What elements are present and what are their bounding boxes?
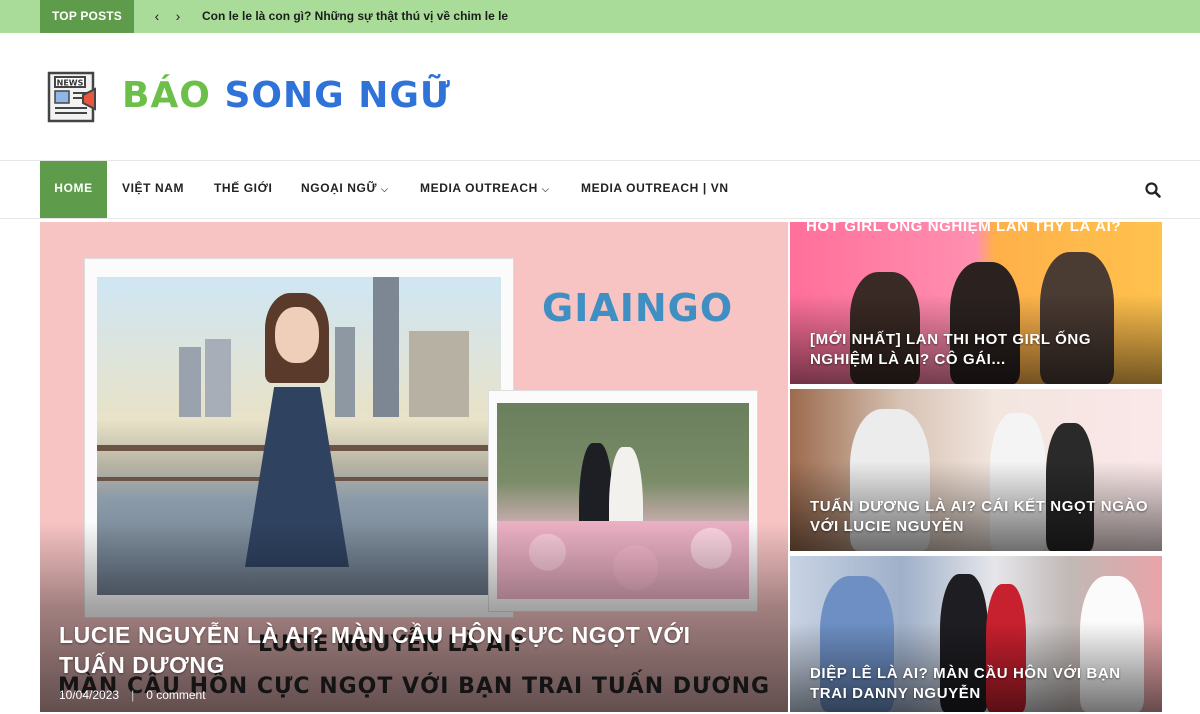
nav-item-viet-nam[interactable]: VIỆT NAM	[122, 161, 184, 218]
side-post-banner: HOT GIRL ỐNG NGHIỆM LAN THY LÀ AI?	[806, 222, 1122, 235]
featured-post-meta: 10/04/2023 | 0 comment	[59, 688, 206, 702]
chevron-down-icon: ⌵	[381, 184, 389, 194]
chevron-left-icon[interactable]: ‹	[150, 8, 164, 24]
logo-word-song-ngu: SONG NGỮ	[224, 75, 451, 116]
chevron-right-icon[interactable]: ›	[171, 8, 185, 24]
featured-post[interactable]: GIAINGO LUCIE NGUYỄN LÀ AI? MÀN CẦU HÔN …	[40, 222, 788, 712]
side-post-title[interactable]: DIỆP LÊ LÀ AI? MÀN CẦU HÔN VỚI BẠN TRAI …	[810, 664, 1150, 704]
side-post-card[interactable]: DIỆP LÊ LÀ AI? MÀN CẦU HÔN VỚI BẠN TRAI …	[790, 556, 1162, 712]
logo-word-bao: BÁO	[122, 75, 211, 116]
side-post-card[interactable]: TUẤN DƯƠNG LÀ AI? CÁI KẾT NGỌT NGÀO VỚI …	[790, 389, 1162, 551]
featured-post-title[interactable]: LUCIE NGUYỄN LÀ AI? MÀN CẦU HÔN CỰC NGỌT…	[59, 620, 759, 680]
nav-item-home[interactable]: HOME	[40, 161, 107, 218]
news-icon[interactable]: NEWS	[47, 69, 99, 125]
person-face	[275, 307, 319, 363]
side-post-title[interactable]: [MỚI NHẤT] LAN THI HOT GIRL ỐNG NGHIỆM L…	[810, 330, 1150, 370]
nav-item-ngoai-ngu[interactable]: NGOẠI NGỮ ⌵	[301, 161, 388, 218]
top-posts-bar: TOP POSTS ‹ › Con le le là con gì? Những…	[0, 0, 1200, 33]
nav-item-the-gioi[interactable]: THẾ GIỚI	[214, 161, 272, 218]
post-date: 10/04/2023	[59, 688, 120, 702]
side-post-card[interactable]: HOT GIRL ỐNG NGHIỆM LAN THY LÀ AI? [MỚI …	[790, 222, 1162, 384]
nav-item-label: VIỆT NAM	[122, 181, 185, 195]
comment-count[interactable]: 0 comment	[146, 688, 205, 702]
nav-item-media-outreach-vn[interactable]: MEDIA OUTREACH | VN	[581, 161, 729, 218]
side-post-title[interactable]: TUẤN DƯƠNG LÀ AI? CÁI KẾT NGỌT NGÀO VỚI …	[810, 497, 1150, 537]
site-header: NEWS BÁO SONG NGỮ	[0, 33, 1200, 161]
nav-item-label: MEDIA OUTREACH | VN	[581, 181, 729, 195]
nav-item-media-outreach[interactable]: MEDIA OUTREACH ⌵	[420, 161, 549, 218]
site-logo-text[interactable]: BÁO SONG NGỮ	[122, 75, 451, 116]
svg-text:NEWS: NEWS	[57, 79, 84, 88]
top-post-headline-link[interactable]: Con le le là con gì? Những sự thật thú v…	[202, 0, 508, 33]
nav-item-label: MEDIA OUTREACH	[420, 181, 538, 195]
nav-item-label: HOME	[54, 181, 93, 195]
top-posts-label: TOP POSTS	[40, 0, 134, 33]
meta-separator: |	[131, 688, 135, 702]
main-nav: HOME VIỆT NAM THẾ GIỚI NGOẠI NGỮ ⌵ MEDIA …	[0, 161, 1200, 219]
nav-item-label: NGOẠI NGỮ	[301, 181, 378, 195]
nav-item-label: THẾ GIỚI	[214, 181, 273, 195]
giaingo-brand: GIAINGO	[542, 286, 734, 330]
search-icon[interactable]	[1144, 181, 1162, 199]
chevron-down-icon: ⌵	[541, 184, 550, 194]
